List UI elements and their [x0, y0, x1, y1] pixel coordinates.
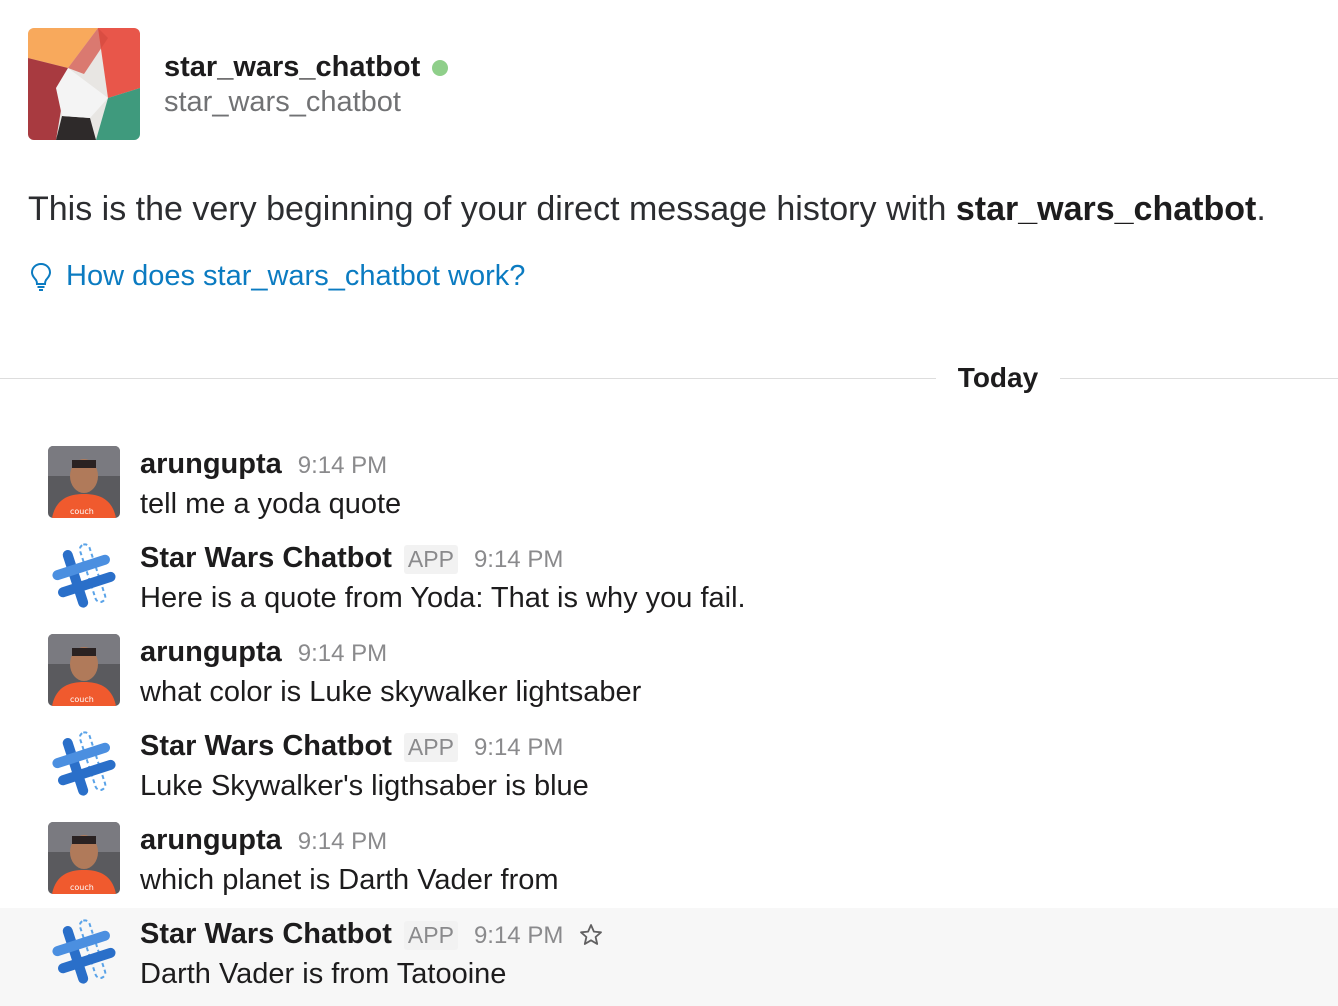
how-it-works-link[interactable]: How does star_wars_chatbot work?	[30, 260, 525, 293]
day-divider-label: Today	[936, 358, 1060, 398]
header-text: star_wars_chatbot star_wars_chatbot	[164, 48, 449, 119]
sender-name[interactable]: Star Wars Chatbot	[140, 542, 392, 575]
message-row[interactable]: Star Wars Chatbot APP 9:14 PM Luke Skywa…	[0, 720, 1338, 814]
message-row[interactable]: Star Wars Chatbot APP 9:14 PM Here is a …	[0, 532, 1338, 626]
message-text: Darth Vader is from Tatooine	[140, 958, 507, 990]
message-text: Here is a quote from Yoda: That is why y…	[140, 582, 746, 614]
message-timestamp[interactable]: 9:14 PM	[298, 640, 387, 668]
intro-prefix: This is the very beginning of your direc…	[28, 190, 956, 228]
how-it-works-label: How does star_wars_chatbot work?	[66, 260, 526, 292]
intro-bot-name: star_wars_chatbot	[955, 190, 1257, 228]
message-text: Luke Skywalker's ligthsaber is blue	[140, 770, 589, 802]
message-timestamp[interactable]: 9:14 PM	[474, 734, 563, 762]
app-badge: APP	[403, 921, 458, 950]
message-row[interactable]: couch arungupta 9:14 PM what color is Lu…	[0, 626, 1338, 720]
message-timestamp[interactable]: 9:14 PM	[474, 546, 563, 574]
user-avatar[interactable]: couch	[48, 822, 120, 894]
svg-text:couch: couch	[70, 695, 94, 704]
day-divider-line	[0, 378, 1338, 379]
bot-avatar-icon[interactable]	[48, 540, 120, 612]
app-badge: APP	[403, 545, 458, 574]
message-header: arungupta 9:14 PM	[140, 448, 387, 481]
bot-logo[interactable]	[28, 28, 140, 140]
message-text: what color is Luke skywalker lightsaber	[140, 676, 642, 708]
message-timestamp[interactable]: 9:14 PM	[298, 828, 387, 856]
sender-name[interactable]: Star Wars Chatbot	[140, 730, 392, 763]
sender-name[interactable]: arungupta	[140, 824, 282, 857]
intro-text: This is the very beginning of your direc…	[28, 190, 1266, 229]
message-list: couch arungupta 9:14 PM tell me a yoda q…	[0, 438, 1338, 1006]
message-row[interactable]: couch arungupta 9:14 PM tell me a yoda q…	[0, 438, 1338, 532]
lightbulb-icon	[30, 262, 52, 291]
sender-name[interactable]: arungupta	[140, 636, 282, 669]
message-header: arungupta 9:14 PM	[140, 824, 387, 857]
user-avatar[interactable]: couch	[48, 634, 120, 706]
message-header: Star Wars Chatbot APP 9:14 PM	[140, 918, 603, 951]
message-row[interactable]: couch arungupta 9:14 PM which planet is …	[0, 814, 1338, 908]
message-header: Star Wars Chatbot APP 9:14 PM	[140, 730, 563, 763]
header-name[interactable]: star_wars_chatbot	[164, 51, 420, 84]
message-header: Star Wars Chatbot APP 9:14 PM	[140, 542, 563, 575]
bot-avatar-icon[interactable]	[48, 728, 120, 800]
sender-name[interactable]: arungupta	[140, 448, 282, 481]
message-timestamp[interactable]: 9:14 PM	[298, 452, 387, 480]
message-header: arungupta 9:14 PM	[140, 636, 387, 669]
bot-avatar-icon[interactable]	[48, 916, 120, 988]
svg-text:couch: couch	[70, 883, 94, 892]
app-badge: APP	[403, 733, 458, 762]
svg-text:couch: couch	[70, 507, 94, 516]
message-timestamp[interactable]: 9:14 PM	[474, 922, 563, 950]
message-text: tell me a yoda quote	[140, 488, 402, 520]
message-row-hovered[interactable]: Star Wars Chatbot APP 9:14 PM Darth Vade…	[0, 908, 1338, 1006]
user-avatar[interactable]: couch	[48, 446, 120, 518]
header-name-row: star_wars_chatbot	[164, 48, 449, 86]
message-text: which planet is Darth Vader from	[140, 864, 559, 896]
header-handle: star_wars_chatbot	[164, 86, 401, 118]
sender-name[interactable]: Star Wars Chatbot	[140, 918, 392, 951]
star-icon[interactable]	[579, 923, 603, 947]
intro-period: .	[1256, 190, 1266, 228]
channel-header: star_wars_chatbot star_wars_chatbot	[28, 28, 449, 140]
presence-indicator	[432, 60, 449, 76]
